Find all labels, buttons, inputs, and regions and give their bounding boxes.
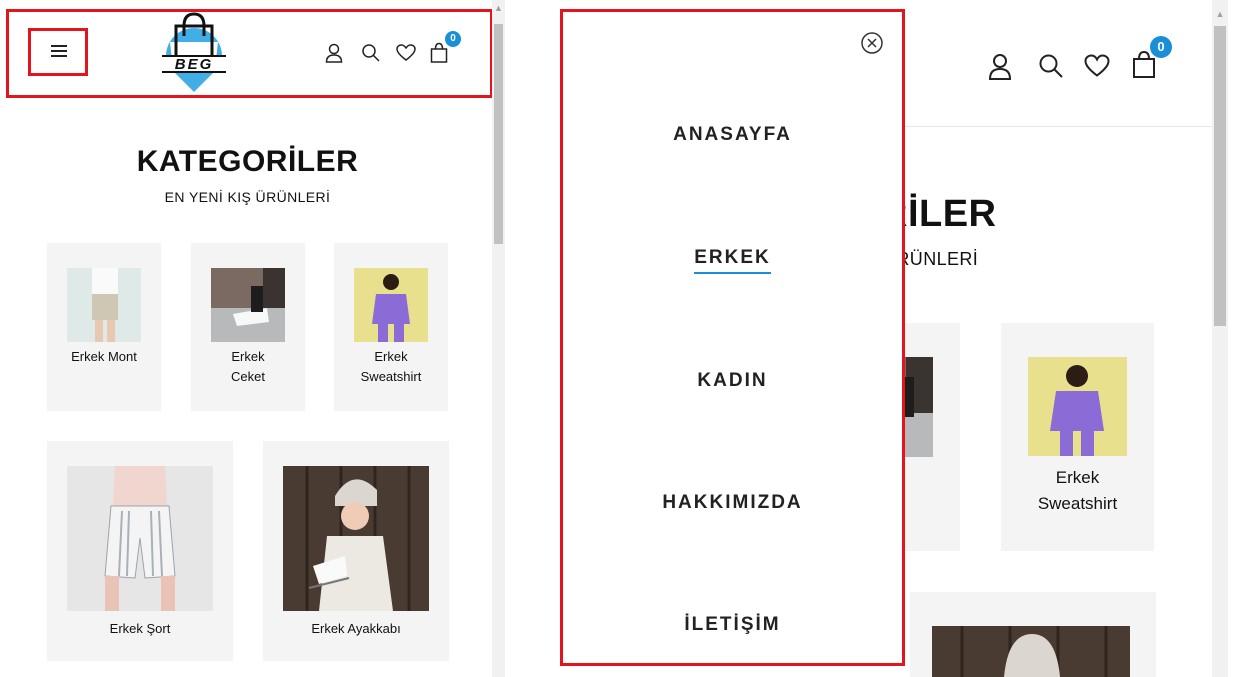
menu-item-erkek[interactable]: ERKEK [563,247,902,274]
category-card-erkek-sweatshirt[interactable]: Erkek Sweatshirt [334,243,448,411]
category-image [1028,357,1127,456]
category-image [283,466,429,611]
menu-item-anasayfa[interactable]: ANASAYFA [563,124,902,146]
category-label-line1: Erkek [374,349,408,364]
category-label-line2: Sweatshirt [360,369,422,384]
category-label-line2: Sweatshirt [1037,494,1118,513]
mobile-home-screen: BEG 0 KATEGORİLER EN YENİ KIŞ ÜRÜNLERİ E… [0,0,510,677]
category-card-erkek-ayakkabi[interactable] [910,592,1156,677]
menu-button-highlight-box [28,28,88,76]
category-label-line2: Ceket [231,369,265,384]
category-label: Erkek Şort [109,621,171,636]
category-label-line1: Erkek [231,349,265,364]
search-icon[interactable] [1038,53,1064,79]
menu-item-label: ERKEK [694,247,771,274]
user-icon[interactable] [988,53,1012,80]
mobile-menu-drawer: ANASAYFA ERKEK KADIN HAKKIMIZDA İLETİŞİM [560,9,905,666]
category-card-erkek-ayakkabi[interactable]: Erkek Ayakkabı [263,441,449,661]
scrollbar-thumb[interactable] [494,24,503,244]
category-card-erkek-ceket[interactable]: Erkek Ceket [191,243,305,411]
scrollbar-thumb[interactable] [1214,26,1226,326]
category-image [67,268,141,342]
mobile-menu-open-screen: 0 RİLER ÜRÜNLERİ Erkek Sweatshirt ANASAY… [510,0,1242,677]
heart-icon[interactable] [1084,54,1110,78]
close-icon[interactable] [860,31,884,55]
cart-count-badge: 0 [1150,36,1172,58]
menu-item-label: İLETİŞİM [684,614,781,635]
menu-item-label: ANASAYFA [673,124,792,145]
category-image [211,268,285,342]
category-card-erkek-sort[interactable]: Erkek Şort [47,441,233,661]
menu-item-iletisim[interactable]: İLETİŞİM [563,614,902,636]
category-card-erkek-mont[interactable]: Erkek Mont [47,243,161,411]
category-image [67,466,213,611]
category-label-line1: Erkek [1055,468,1100,487]
menu-item-label: HAKKIMIZDA [662,492,803,513]
menu-item-label: KADIN [697,370,768,391]
page-title: KATEGORİLER [136,145,359,178]
menu-item-kadin[interactable]: KADIN [563,370,902,392]
category-card-erkek-sweatshirt[interactable]: Erkek Sweatshirt [1001,323,1154,551]
menu-item-hakkimizda[interactable]: HAKKIMIZDA [563,492,902,514]
header-divider [900,126,1222,127]
category-label: Erkek Ayakkabı [311,621,401,636]
category-image [354,268,428,342]
category-label: Erkek Mont [71,349,137,364]
scroll-up-arrow-icon[interactable]: ▲ [492,2,505,14]
scroll-up-arrow-icon[interactable]: ▲ [1212,8,1228,20]
page-subtitle: EN YENİ KIŞ ÜRÜNLERİ [164,189,331,205]
category-image [932,626,1130,677]
